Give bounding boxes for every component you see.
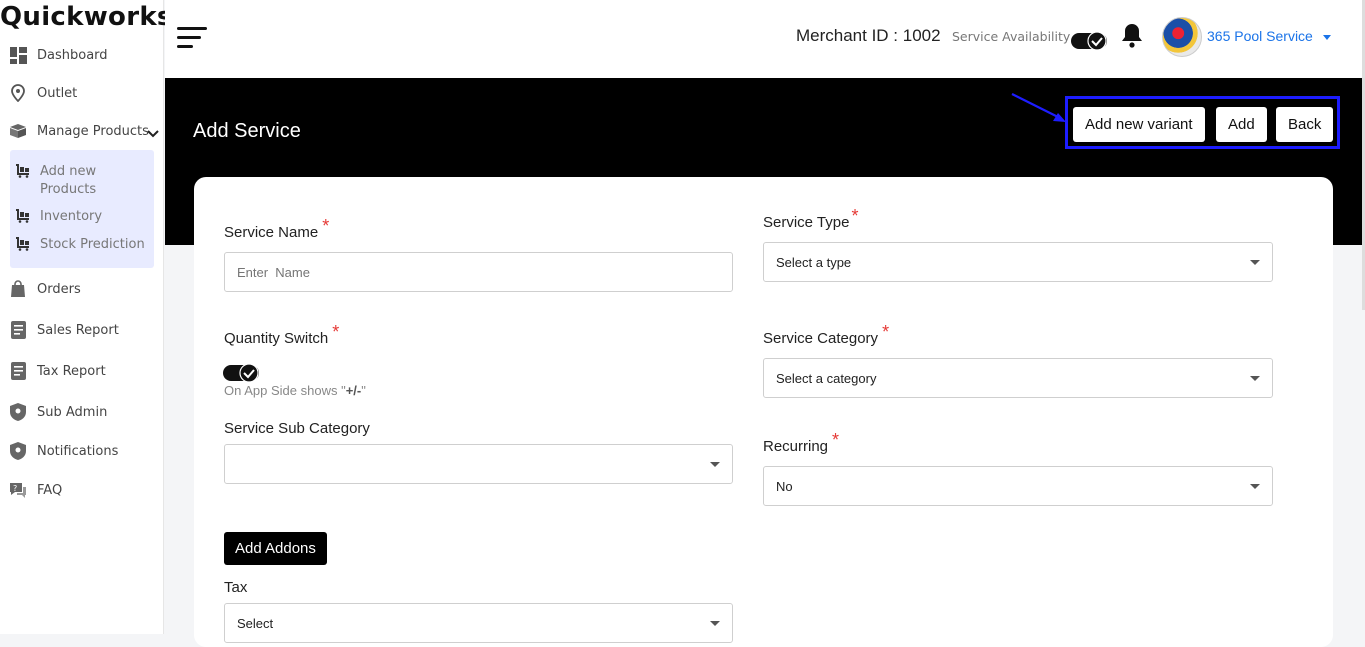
sidebar-item-label: Orders	[37, 281, 81, 297]
cart-icon	[15, 164, 31, 180]
sidebar-item-label: Notifications	[37, 443, 119, 459]
service-category-label-text: Service Category	[763, 330, 879, 347]
sidebar-item-notifications[interactable]: Notifications	[9, 441, 118, 461]
helper-bold-text: +/-	[345, 383, 362, 398]
service-sub-category-select[interactable]	[224, 444, 733, 484]
sidebar-item-label: Outlet	[37, 85, 78, 101]
back-button[interactable]: Back	[1276, 107, 1334, 142]
sidebar-item-tax-report[interactable]: Tax Report	[9, 361, 106, 381]
sidebar-item-add-new-products[interactable]: Add new Products	[15, 163, 104, 199]
sidebar-item-label: Manage Products	[37, 123, 149, 139]
shopping-bag-icon	[9, 280, 27, 298]
app-logo[interactable]: Quickworks	[0, 0, 173, 34]
box-icon	[9, 122, 27, 140]
service-type-value: Select a type	[776, 254, 852, 270]
add-addons-button[interactable]: Add Addons	[224, 532, 327, 565]
sidebar-subitem-label: Inventory	[40, 209, 103, 224]
service-category-label: Service Category *	[763, 322, 889, 348]
add-new-variant-button[interactable]: Add new variant	[1073, 107, 1205, 142]
sidebar-item-manage-products[interactable]: Manage Products	[9, 121, 149, 141]
sidebar-item-label: FAQ	[37, 482, 63, 498]
sidebar-item-outlet[interactable]: Outlet	[9, 83, 77, 103]
service-sub-category-label: Service Sub Category	[224, 420, 370, 437]
service-category-select[interactable]: Select a category	[763, 358, 1273, 398]
quantity-switch-label: Quantity Switch *	[224, 322, 339, 348]
user-menu-name[interactable]: 365 Pool Service	[1207, 28, 1313, 44]
location-pin-icon	[9, 84, 27, 102]
required-asterisk: *	[332, 322, 340, 342]
quantity-switch-helper: On App Side shows "+/-"	[224, 383, 366, 398]
bell-icon[interactable]	[1121, 22, 1143, 52]
chevron-down-icon[interactable]	[147, 123, 159, 142]
service-availability-label: Service Availability	[952, 29, 1071, 44]
cart-icon	[15, 237, 31, 253]
top-bar: Merchant ID : 1002 Service Availability …	[165, 0, 1363, 78]
dropdown-caret-icon	[1250, 376, 1260, 381]
annotation-arrow	[1010, 92, 1070, 130]
dropdown-caret-icon	[1250, 260, 1260, 265]
sidebar-item-label: Sub Admin	[37, 404, 108, 420]
sidebar-item-orders[interactable]: Orders	[9, 279, 81, 299]
service-availability-toggle[interactable]	[1071, 30, 1109, 56]
sidebar-item-inventory[interactable]: Inventory	[15, 208, 102, 226]
tax-value: Select	[237, 615, 274, 631]
sidebar-item-dashboard[interactable]: Dashboard	[9, 45, 108, 65]
recurring-label: Recurring *	[763, 430, 839, 456]
sidebar-item-stock-prediction[interactable]: Stock Prediction	[15, 236, 145, 254]
faq-icon: ?	[9, 481, 27, 499]
service-name-label: Service Name *	[224, 216, 329, 242]
sidebar-subitem-label: Stock Prediction	[40, 237, 145, 252]
service-type-label: Service Type *	[763, 206, 858, 232]
shield-icon	[9, 403, 27, 421]
sidebar-subitem-label: Add new Products	[40, 164, 97, 197]
required-asterisk: *	[322, 216, 330, 236]
dropdown-caret-icon	[710, 621, 720, 626]
manage-products-submenu: Add new Products Inventory Stock Predict…	[10, 150, 154, 268]
caret-down-icon[interactable]	[1323, 35, 1331, 40]
helper-text: "	[361, 383, 366, 398]
shield-icon	[9, 442, 27, 460]
required-asterisk: *	[832, 430, 840, 450]
helper-text: On App Side shows "	[224, 383, 346, 398]
service-type-select[interactable]: Select a type	[763, 242, 1273, 282]
page-title: Add Service	[193, 120, 301, 142]
recurring-label-text: Recurring	[763, 438, 829, 455]
quantity-switch-label-text: Quantity Switch	[224, 330, 329, 347]
service-type-label-text: Service Type	[763, 214, 850, 231]
sidebar-item-sub-admin[interactable]: Sub Admin	[9, 402, 107, 422]
sidebar: Quickworks Dashboard Outlet Manage Produ…	[0, 0, 172, 634]
service-name-input[interactable]	[224, 252, 733, 292]
service-name-label-text: Service Name	[224, 224, 319, 241]
tax-label: Tax	[224, 579, 248, 596]
sidebar-item-faq[interactable]: ? FAQ	[9, 480, 62, 500]
sidebar-item-label: Tax Report	[37, 363, 106, 379]
add-service-form: Service Name* Service Type* Select a typ…	[194, 177, 1333, 647]
cart-icon	[15, 209, 31, 225]
sidebar-item-label: Dashboard	[37, 47, 108, 63]
add-button[interactable]: Add	[1216, 107, 1267, 142]
required-asterisk: *	[851, 206, 859, 226]
tax-select[interactable]: Select	[224, 603, 733, 643]
recurring-value: No	[776, 478, 793, 494]
report-icon	[9, 362, 27, 380]
dashboard-icon	[9, 46, 27, 64]
svg-text:?: ?	[13, 484, 17, 493]
recurring-select[interactable]: No	[763, 466, 1273, 506]
required-asterisk: *	[882, 322, 890, 342]
report-icon	[9, 321, 27, 339]
dropdown-caret-icon	[710, 462, 720, 467]
sidebar-item-label: Sales Report	[37, 322, 119, 338]
avatar[interactable]	[1162, 17, 1202, 57]
merchant-id: Merchant ID : 1002	[796, 26, 941, 45]
sidebar-item-sales-report[interactable]: Sales Report	[9, 320, 119, 340]
dropdown-caret-icon	[1250, 484, 1260, 489]
service-category-value: Select a category	[776, 370, 877, 386]
menu-toggle-icon[interactable]	[177, 27, 207, 53]
